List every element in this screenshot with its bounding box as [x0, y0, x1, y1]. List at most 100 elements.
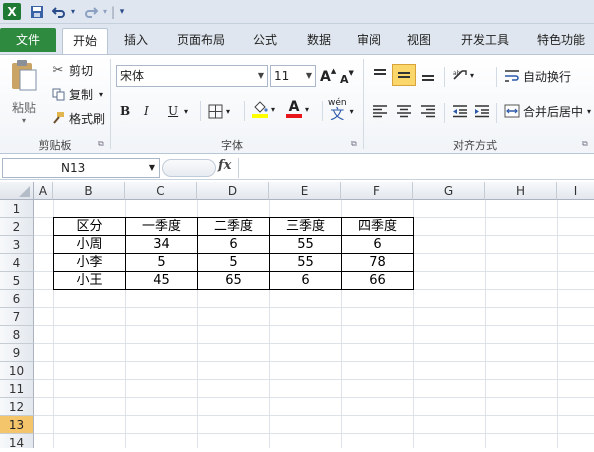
- font-color-button[interactable]: A ▾: [286, 99, 309, 119]
- grow-font-button[interactable]: A ▲: [320, 67, 336, 87]
- undo-icon[interactable]: [50, 3, 68, 20]
- row-header-6[interactable]: 6: [0, 290, 34, 308]
- cut-button[interactable]: ✂ 剪切: [50, 60, 93, 80]
- column-header-f[interactable]: F: [341, 182, 413, 200]
- row-header-12[interactable]: 12: [0, 398, 34, 416]
- wrap-text-button[interactable]: 自动换行: [504, 66, 571, 86]
- middle-align-button[interactable]: [392, 64, 416, 86]
- tab-page-layout[interactable]: 页面布局: [170, 28, 232, 52]
- tab-view[interactable]: 视图: [396, 28, 442, 52]
- row-header-9[interactable]: 9: [0, 344, 34, 362]
- phonetic-guide-button[interactable]: wén 文 ▾: [328, 97, 354, 125]
- font-size-combo[interactable]: 11 ▼: [270, 65, 316, 87]
- merge-dropdown-icon[interactable]: ▾: [587, 107, 591, 116]
- decrease-indent-button[interactable]: [452, 101, 468, 121]
- formula-cancel-enter-pill[interactable]: [162, 159, 216, 177]
- formula-input[interactable]: [238, 158, 594, 178]
- fill-color-dropdown-icon[interactable]: ▾: [271, 105, 275, 114]
- cell-c4[interactable]: 5: [126, 254, 197, 272]
- tab-review[interactable]: 审阅: [346, 28, 392, 52]
- row-header-14[interactable]: 14: [0, 434, 34, 450]
- tab-special-features[interactable]: 特色功能: [528, 28, 594, 52]
- font-color-dropdown-icon[interactable]: ▾: [305, 105, 309, 114]
- align-center-button[interactable]: [396, 101, 412, 121]
- tab-home[interactable]: 开始: [62, 28, 108, 54]
- orientation-button[interactable]: ab ▾: [452, 65, 474, 85]
- cell-d3[interactable]: 6: [198, 236, 269, 254]
- cell-b5[interactable]: 小王: [54, 272, 125, 290]
- font-size-dropdown-icon[interactable]: ▼: [306, 66, 312, 86]
- select-all-corner[interactable]: [0, 182, 34, 200]
- column-header-a[interactable]: A: [34, 182, 53, 200]
- insert-function-button[interactable]: fx: [218, 158, 231, 173]
- cell-d2[interactable]: 二季度: [198, 218, 269, 236]
- column-header-e[interactable]: E: [269, 182, 341, 200]
- redo-icon[interactable]: [82, 3, 100, 20]
- column-header-c[interactable]: C: [125, 182, 197, 200]
- font-name-dropdown-icon[interactable]: ▼: [258, 66, 264, 86]
- tab-developer[interactable]: 开发工具: [452, 28, 518, 52]
- row-header-11[interactable]: 11: [0, 380, 34, 398]
- merge-center-button[interactable]: 合并后居中 ▾: [504, 101, 591, 121]
- fill-color-button[interactable]: ▾: [252, 99, 275, 119]
- shrink-font-button[interactable]: A ▼: [340, 69, 354, 89]
- underline-button[interactable]: U: [168, 101, 178, 121]
- font-name-combo[interactable]: 宋体 ▼: [116, 65, 268, 87]
- italic-button[interactable]: I: [144, 101, 149, 121]
- row-header-10[interactable]: 10: [0, 362, 34, 380]
- column-header-i[interactable]: I: [557, 182, 594, 200]
- cell-f4[interactable]: 78: [342, 254, 413, 272]
- cell-e4[interactable]: 55: [270, 254, 341, 272]
- save-icon[interactable]: [28, 3, 46, 20]
- clipboard-dialog-launcher-icon[interactable]: ⧉: [98, 139, 104, 149]
- redo-dropdown-icon[interactable]: ▾: [100, 3, 110, 20]
- row-header-2[interactable]: 2: [0, 218, 34, 236]
- column-header-d[interactable]: D: [197, 182, 269, 200]
- column-header-g[interactable]: G: [413, 182, 485, 200]
- bold-button[interactable]: B: [120, 101, 130, 121]
- paste-dropdown-icon[interactable]: ▾: [22, 116, 26, 125]
- bottom-align-button[interactable]: [420, 65, 436, 85]
- cell-c3[interactable]: 34: [126, 236, 197, 254]
- cell-e2[interactable]: 三季度: [270, 218, 341, 236]
- name-box-dropdown-icon[interactable]: ▼: [149, 159, 155, 177]
- cell-b3[interactable]: 小周: [54, 236, 125, 254]
- column-header-b[interactable]: B: [53, 182, 125, 200]
- borders-dropdown-icon[interactable]: ▾: [226, 107, 230, 116]
- alignment-dialog-launcher-icon[interactable]: ⧉: [582, 139, 588, 149]
- align-left-button[interactable]: [372, 101, 388, 121]
- cell-c2[interactable]: 一季度: [126, 218, 197, 236]
- row-header-5[interactable]: 5: [0, 272, 34, 290]
- top-align-button[interactable]: [372, 65, 388, 85]
- format-painter-button[interactable]: 格式刷: [50, 108, 105, 128]
- copy-dropdown-icon[interactable]: ▾: [99, 90, 103, 99]
- tab-data[interactable]: 数据: [296, 28, 342, 52]
- row-header-7[interactable]: 7: [0, 308, 34, 326]
- cell-f5[interactable]: 66: [342, 272, 413, 290]
- phonetic-dropdown-icon[interactable]: ▾: [350, 107, 354, 116]
- customize-qat-icon[interactable]: ▾: [117, 3, 127, 20]
- underline-dropdown-icon[interactable]: ▾: [184, 101, 188, 121]
- name-box[interactable]: N13 ▼: [2, 158, 160, 178]
- font-dialog-launcher-icon[interactable]: ⧉: [351, 139, 357, 149]
- borders-button[interactable]: ▾: [208, 101, 230, 121]
- cell-c5[interactable]: 45: [126, 272, 197, 290]
- column-header-h[interactable]: H: [485, 182, 557, 200]
- cell-e3[interactable]: 55: [270, 236, 341, 254]
- row-header-3[interactable]: 3: [0, 236, 34, 254]
- tab-file[interactable]: 文件: [0, 28, 56, 52]
- align-right-button[interactable]: [420, 101, 436, 121]
- row-header-13[interactable]: 13: [0, 416, 34, 434]
- cell-f3[interactable]: 6: [342, 236, 413, 254]
- cell-e5[interactable]: 6: [270, 272, 341, 290]
- tab-formulas[interactable]: 公式: [242, 28, 288, 52]
- copy-button[interactable]: 复制 ▾: [50, 84, 103, 104]
- cell-d4[interactable]: 5: [198, 254, 269, 272]
- cell-f2[interactable]: 四季度: [342, 218, 413, 236]
- paste-button[interactable]: 粘贴 ▾: [4, 59, 44, 127]
- row-header-8[interactable]: 8: [0, 326, 34, 344]
- orientation-dropdown-icon[interactable]: ▾: [470, 71, 474, 80]
- cell-d5[interactable]: 65: [198, 272, 269, 290]
- tab-insert[interactable]: 插入: [114, 28, 158, 52]
- cell-b2[interactable]: 区分: [54, 218, 125, 236]
